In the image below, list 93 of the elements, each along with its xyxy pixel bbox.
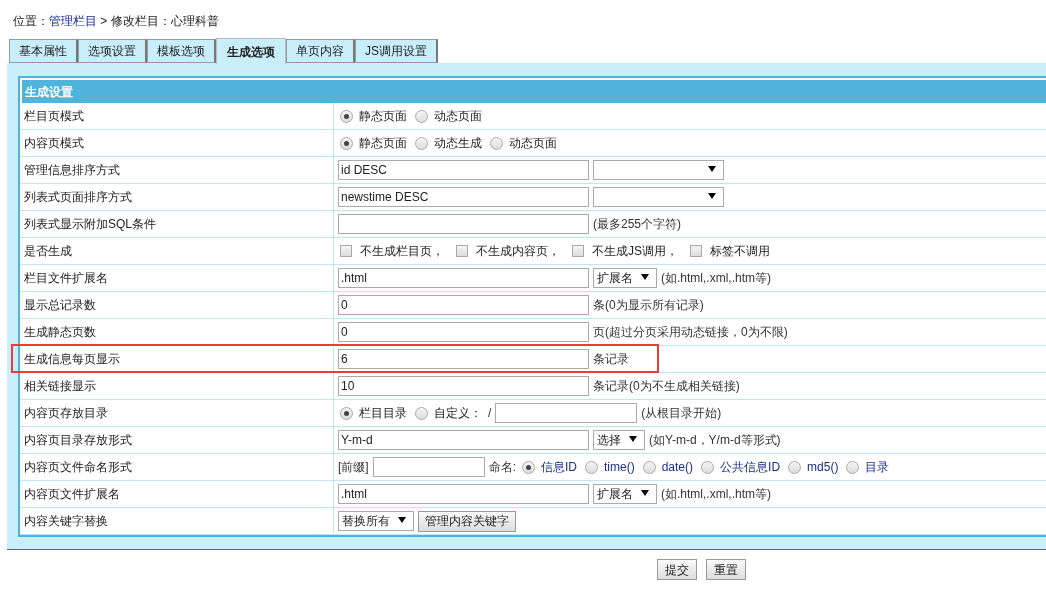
field-label: 列表式页面排序方式 <box>20 184 334 210</box>
checkbox[interactable] <box>690 245 702 257</box>
radio-label: date() <box>661 459 694 476</box>
field-label: 内容页存放目录 <box>20 400 334 426</box>
dropdown[interactable]: 选择 <box>593 430 645 450</box>
dropdown[interactable]: 扩展名 <box>593 268 657 288</box>
radio-label: 动态页面 <box>509 135 557 152</box>
field-label: 相关链接显示 <box>20 373 334 399</box>
radio-button[interactable] <box>340 136 353 150</box>
radio-label: 信息ID <box>541 459 577 476</box>
hint-text: (如.html,.xml,.htm等) <box>661 270 771 287</box>
radio-button[interactable] <box>642 460 656 474</box>
field-label: 栏目文件扩展名 <box>20 265 334 291</box>
hint-text: 条记录(0为不生成相关链接) <box>593 378 740 395</box>
dropdown[interactable] <box>593 160 724 180</box>
hint-text: 条记录 <box>593 351 629 368</box>
tab[interactable]: 模板选项 <box>147 39 216 63</box>
tab[interactable]: 基本属性 <box>9 39 78 63</box>
tab[interactable]: 选项设置 <box>78 39 147 63</box>
text-field[interactable]: 0 <box>338 322 589 342</box>
checkbox-label: 不生成栏目页， <box>360 243 444 260</box>
text-field[interactable]: id DESC <box>338 160 589 180</box>
field-label: 内容页目录存放形式 <box>20 427 334 453</box>
field-label: 列表式显示附加SQL条件 <box>20 211 334 237</box>
radio-button[interactable] <box>490 136 503 150</box>
radio-label: 静态页面 <box>359 135 407 152</box>
breadcrumb-text: > 修改栏目：心理科普 <box>99 13 219 30</box>
radio-button[interactable] <box>846 460 860 474</box>
radio-button[interactable] <box>340 109 353 123</box>
breadcrumb-link[interactable]: 管理栏目 <box>49 12 97 30</box>
tab[interactable]: 单页内容 <box>286 39 355 63</box>
section-header: 生成设置 <box>22 80 1046 103</box>
checkbox-label: 不生成内容页， <box>476 243 560 260</box>
text-field[interactable] <box>372 457 485 477</box>
hint-text: (最多255个字符) <box>593 216 681 233</box>
dropdown[interactable]: 替换所有 <box>338 511 414 531</box>
field-label: 内容页模式 <box>20 130 334 156</box>
checkbox[interactable] <box>456 245 468 257</box>
checkbox-label: 不生成JS调用， <box>592 243 678 260</box>
text-field[interactable] <box>495 403 638 423</box>
radio-label: md5() <box>807 459 839 476</box>
radio-button[interactable] <box>415 136 428 150</box>
radio-label: 动态页面 <box>434 108 482 125</box>
radio-label: 目录 <box>865 459 890 476</box>
radio-label: 公共信息ID <box>720 459 781 476</box>
field-label: 内容页文件扩展名 <box>20 481 334 507</box>
radio-label: 动态生成 <box>434 135 482 152</box>
hint-text: (如.html,.xml,.htm等) <box>661 486 771 503</box>
hint-text: 命名: <box>488 459 516 476</box>
checkbox-label: 标签不调用 <box>710 243 770 260</box>
form-button[interactable]: 提交 <box>657 559 697 580</box>
breadcrumb-text: 位置： <box>13 13 49 30</box>
form-button[interactable]: 重置 <box>706 559 746 580</box>
field-label: 管理信息排序方式 <box>20 157 334 183</box>
radio-label: 栏目目录 <box>359 405 407 422</box>
text-field[interactable]: 6 <box>338 349 589 369</box>
hint-text: 条(0为显示所有记录) <box>593 297 704 314</box>
text-field[interactable] <box>338 214 589 234</box>
text-field[interactable]: 0 <box>338 295 589 315</box>
radio-button[interactable] <box>415 406 428 420</box>
field-label: 栏目页模式 <box>20 103 334 129</box>
text-field[interactable]: 10 <box>338 376 589 396</box>
tab[interactable]: JS调用设置 <box>355 39 438 63</box>
tab[interactable]: 生成选项 <box>216 38 286 64</box>
radio-button[interactable] <box>340 406 353 420</box>
radio-button[interactable] <box>585 460 598 474</box>
hint-text: 页(超过分页采用动态链接，0为不限) <box>593 324 788 341</box>
field-label: 是否生成 <box>20 238 334 264</box>
radio-label: 静态页面 <box>359 108 407 125</box>
hint-text: [前缀] <box>338 459 369 476</box>
text-field[interactable]: newstime DESC <box>338 187 589 207</box>
field-label: 生成信息每页显示 <box>20 346 334 372</box>
field-label: 内容关键字替换 <box>20 508 334 534</box>
hint-text: (从根目录开始) <box>641 405 722 422</box>
radio-label: time() <box>604 459 635 476</box>
radio-button[interactable] <box>522 460 535 474</box>
field-label: 生成静态页数 <box>20 319 334 345</box>
radio-button[interactable] <box>415 109 428 123</box>
dropdown[interactable]: 扩展名 <box>593 484 657 504</box>
text-field[interactable]: .html <box>338 484 589 504</box>
hint-text: / <box>488 405 492 422</box>
dropdown[interactable] <box>593 187 724 207</box>
radio-button[interactable] <box>701 460 715 474</box>
radio-label: 自定义： <box>434 405 482 422</box>
text-field[interactable]: Y-m-d <box>338 430 589 450</box>
hint-text: (如Y-m-d，Y/m-d等形式) <box>649 432 781 449</box>
checkbox[interactable] <box>340 245 352 257</box>
checkbox[interactable] <box>572 245 584 257</box>
manage-button[interactable]: 管理内容关键字 <box>418 510 516 532</box>
field-label: 内容页文件命名形式 <box>20 454 334 480</box>
field-label: 显示总记录数 <box>20 292 334 318</box>
text-field[interactable]: .html <box>338 268 589 288</box>
radio-button[interactable] <box>788 460 802 474</box>
